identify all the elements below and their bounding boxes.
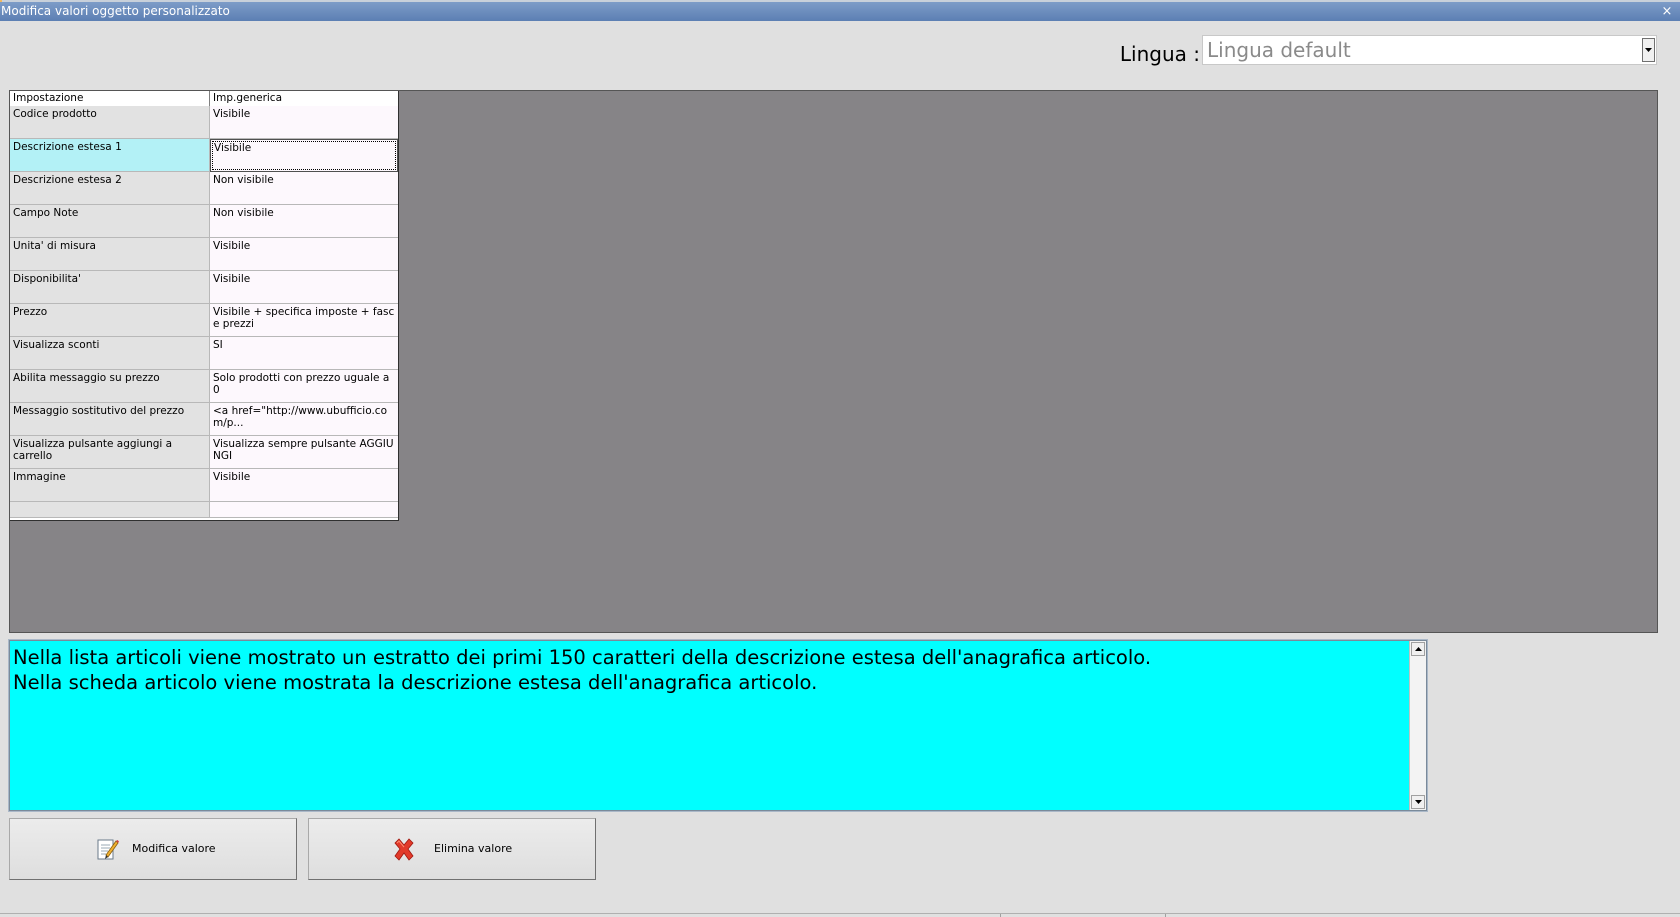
table-row-selected[interactable]: Descrizione estesa 1 Visibile — [10, 139, 398, 172]
edit-value-label: Modifica valore — [132, 842, 216, 855]
setting-cell[interactable]: Disponibilita' — [10, 271, 210, 304]
setting-cell[interactable]: Visualizza sconti — [10, 337, 210, 370]
value-cell[interactable]: SI — [210, 337, 398, 370]
value-cell[interactable]: Visibile + specifica imposte + fasce pre… — [210, 304, 398, 337]
value-cell[interactable]: Visualizza sempre pulsante AGGIUNGI — [210, 436, 398, 469]
status-bar — [0, 913, 1680, 917]
value-text: Visibile — [213, 240, 251, 252]
setting-cell[interactable]: Descrizione estesa 1 — [10, 139, 210, 172]
delete-value-button[interactable]: Elimina valore — [308, 818, 596, 880]
title-bar[interactable]: Modifica valori oggetto personalizzato × — [0, 2, 1680, 21]
red-x-icon — [391, 836, 417, 862]
value-cell[interactable]: Non visibile — [210, 205, 398, 238]
table-row[interactable]: Codice prodotto Visibile — [10, 106, 398, 139]
settings-grid[interactable]: Impostazione Imp.generica Codice prodott… — [10, 91, 399, 521]
value-cell[interactable]: Visibile — [210, 139, 398, 172]
grid-header: Impostazione Imp.generica — [10, 91, 398, 107]
value-text: Non visibile — [213, 174, 274, 186]
value-text: Visibile — [214, 142, 252, 154]
setting-cell[interactable]: Visualizza pulsante aggiungi a carrello — [10, 436, 210, 469]
close-icon[interactable]: × — [1660, 2, 1674, 21]
value-text: Visibile + specifica imposte + fasce pre… — [213, 306, 395, 330]
setting-cell[interactable]: Abilita messaggio su prezzo — [10, 370, 210, 403]
value-cell-empty[interactable] — [210, 502, 398, 518]
window-title: Modifica valori oggetto personalizzato — [1, 4, 230, 18]
setting-cell-empty[interactable] — [10, 502, 210, 518]
table-row[interactable]: Disponibilita' Visibile — [10, 271, 398, 304]
table-row[interactable]: Campo Note Non visibile — [10, 205, 398, 238]
value-text: Solo prodotti con prezzo uguale a 0 — [213, 372, 390, 396]
value-text: Visibile — [213, 471, 251, 483]
value-text: Visibile — [213, 108, 251, 120]
settings-grid-panel: Impostazione Imp.generica Codice prodott… — [9, 90, 1658, 633]
setting-cell[interactable]: Messaggio sostitutivo del prezzo — [10, 403, 210, 436]
scroll-down-icon[interactable] — [1411, 795, 1425, 809]
value-text: <a href="http://www.ubufficio.com/p... — [213, 405, 387, 429]
column-header-setting[interactable]: Impostazione — [10, 91, 210, 106]
edit-value-button[interactable]: Modifica valore — [9, 818, 297, 880]
description-scrollbar[interactable] — [1409, 641, 1426, 810]
dropdown-arrow-icon[interactable] — [1642, 38, 1655, 62]
table-row-empty[interactable] — [10, 502, 398, 518]
setting-cell[interactable]: Prezzo — [10, 304, 210, 337]
window: Modifica valori oggetto personalizzato ×… — [0, 0, 1680, 917]
value-cell[interactable]: Visibile — [210, 469, 398, 502]
table-row[interactable]: Messaggio sostitutivo del prezzo <a href… — [10, 403, 398, 436]
value-cell[interactable]: Solo prodotti con prezzo uguale a 0 — [210, 370, 398, 403]
table-row[interactable]: Visualizza pulsante aggiungi a carrello … — [10, 436, 398, 469]
scroll-up-icon[interactable] — [1411, 642, 1425, 656]
table-row[interactable]: Unita' di misura Visibile — [10, 238, 398, 271]
value-cell[interactable]: <a href="http://www.ubufficio.com/p... — [210, 403, 398, 436]
delete-value-label: Elimina valore — [434, 842, 513, 855]
setting-cell[interactable]: Unita' di misura — [10, 238, 210, 271]
setting-cell[interactable]: Descrizione estesa 2 — [10, 172, 210, 205]
value-cell[interactable]: Visibile — [210, 271, 398, 304]
column-header-generic[interactable]: Imp.generica — [210, 91, 398, 106]
value-cell[interactable]: Visibile — [210, 106, 398, 139]
table-row[interactable]: Immagine Visibile — [10, 469, 398, 502]
language-select[interactable]: Lingua default — [1202, 35, 1657, 65]
table-row[interactable]: Descrizione estesa 2 Non visibile — [10, 172, 398, 205]
table-row[interactable]: Visualizza sconti SI — [10, 337, 398, 370]
setting-cell[interactable]: Campo Note — [10, 205, 210, 238]
value-text: Visualizza sempre pulsante AGGIUNGI — [213, 438, 394, 462]
setting-cell[interactable]: Codice prodotto — [10, 106, 210, 139]
table-row[interactable]: Abilita messaggio su prezzo Solo prodott… — [10, 370, 398, 403]
value-cell[interactable]: Non visibile — [210, 172, 398, 205]
value-text: SI — [213, 339, 223, 351]
language-selected-value: Lingua default — [1207, 38, 1351, 62]
value-text: Visibile — [213, 273, 251, 285]
setting-cell[interactable]: Immagine — [10, 469, 210, 502]
value-text: Non visibile — [213, 207, 274, 219]
language-label: Lingua : — [1119, 42, 1200, 66]
edit-note-icon — [94, 836, 120, 862]
value-cell[interactable]: Visibile — [210, 238, 398, 271]
description-text: Nella lista articoli viene mostrato un e… — [13, 646, 1152, 694]
description-textarea[interactable]: Nella lista articoli viene mostrato un e… — [8, 639, 1428, 812]
table-row[interactable]: Prezzo Visibile + specifica imposte + fa… — [10, 304, 398, 337]
